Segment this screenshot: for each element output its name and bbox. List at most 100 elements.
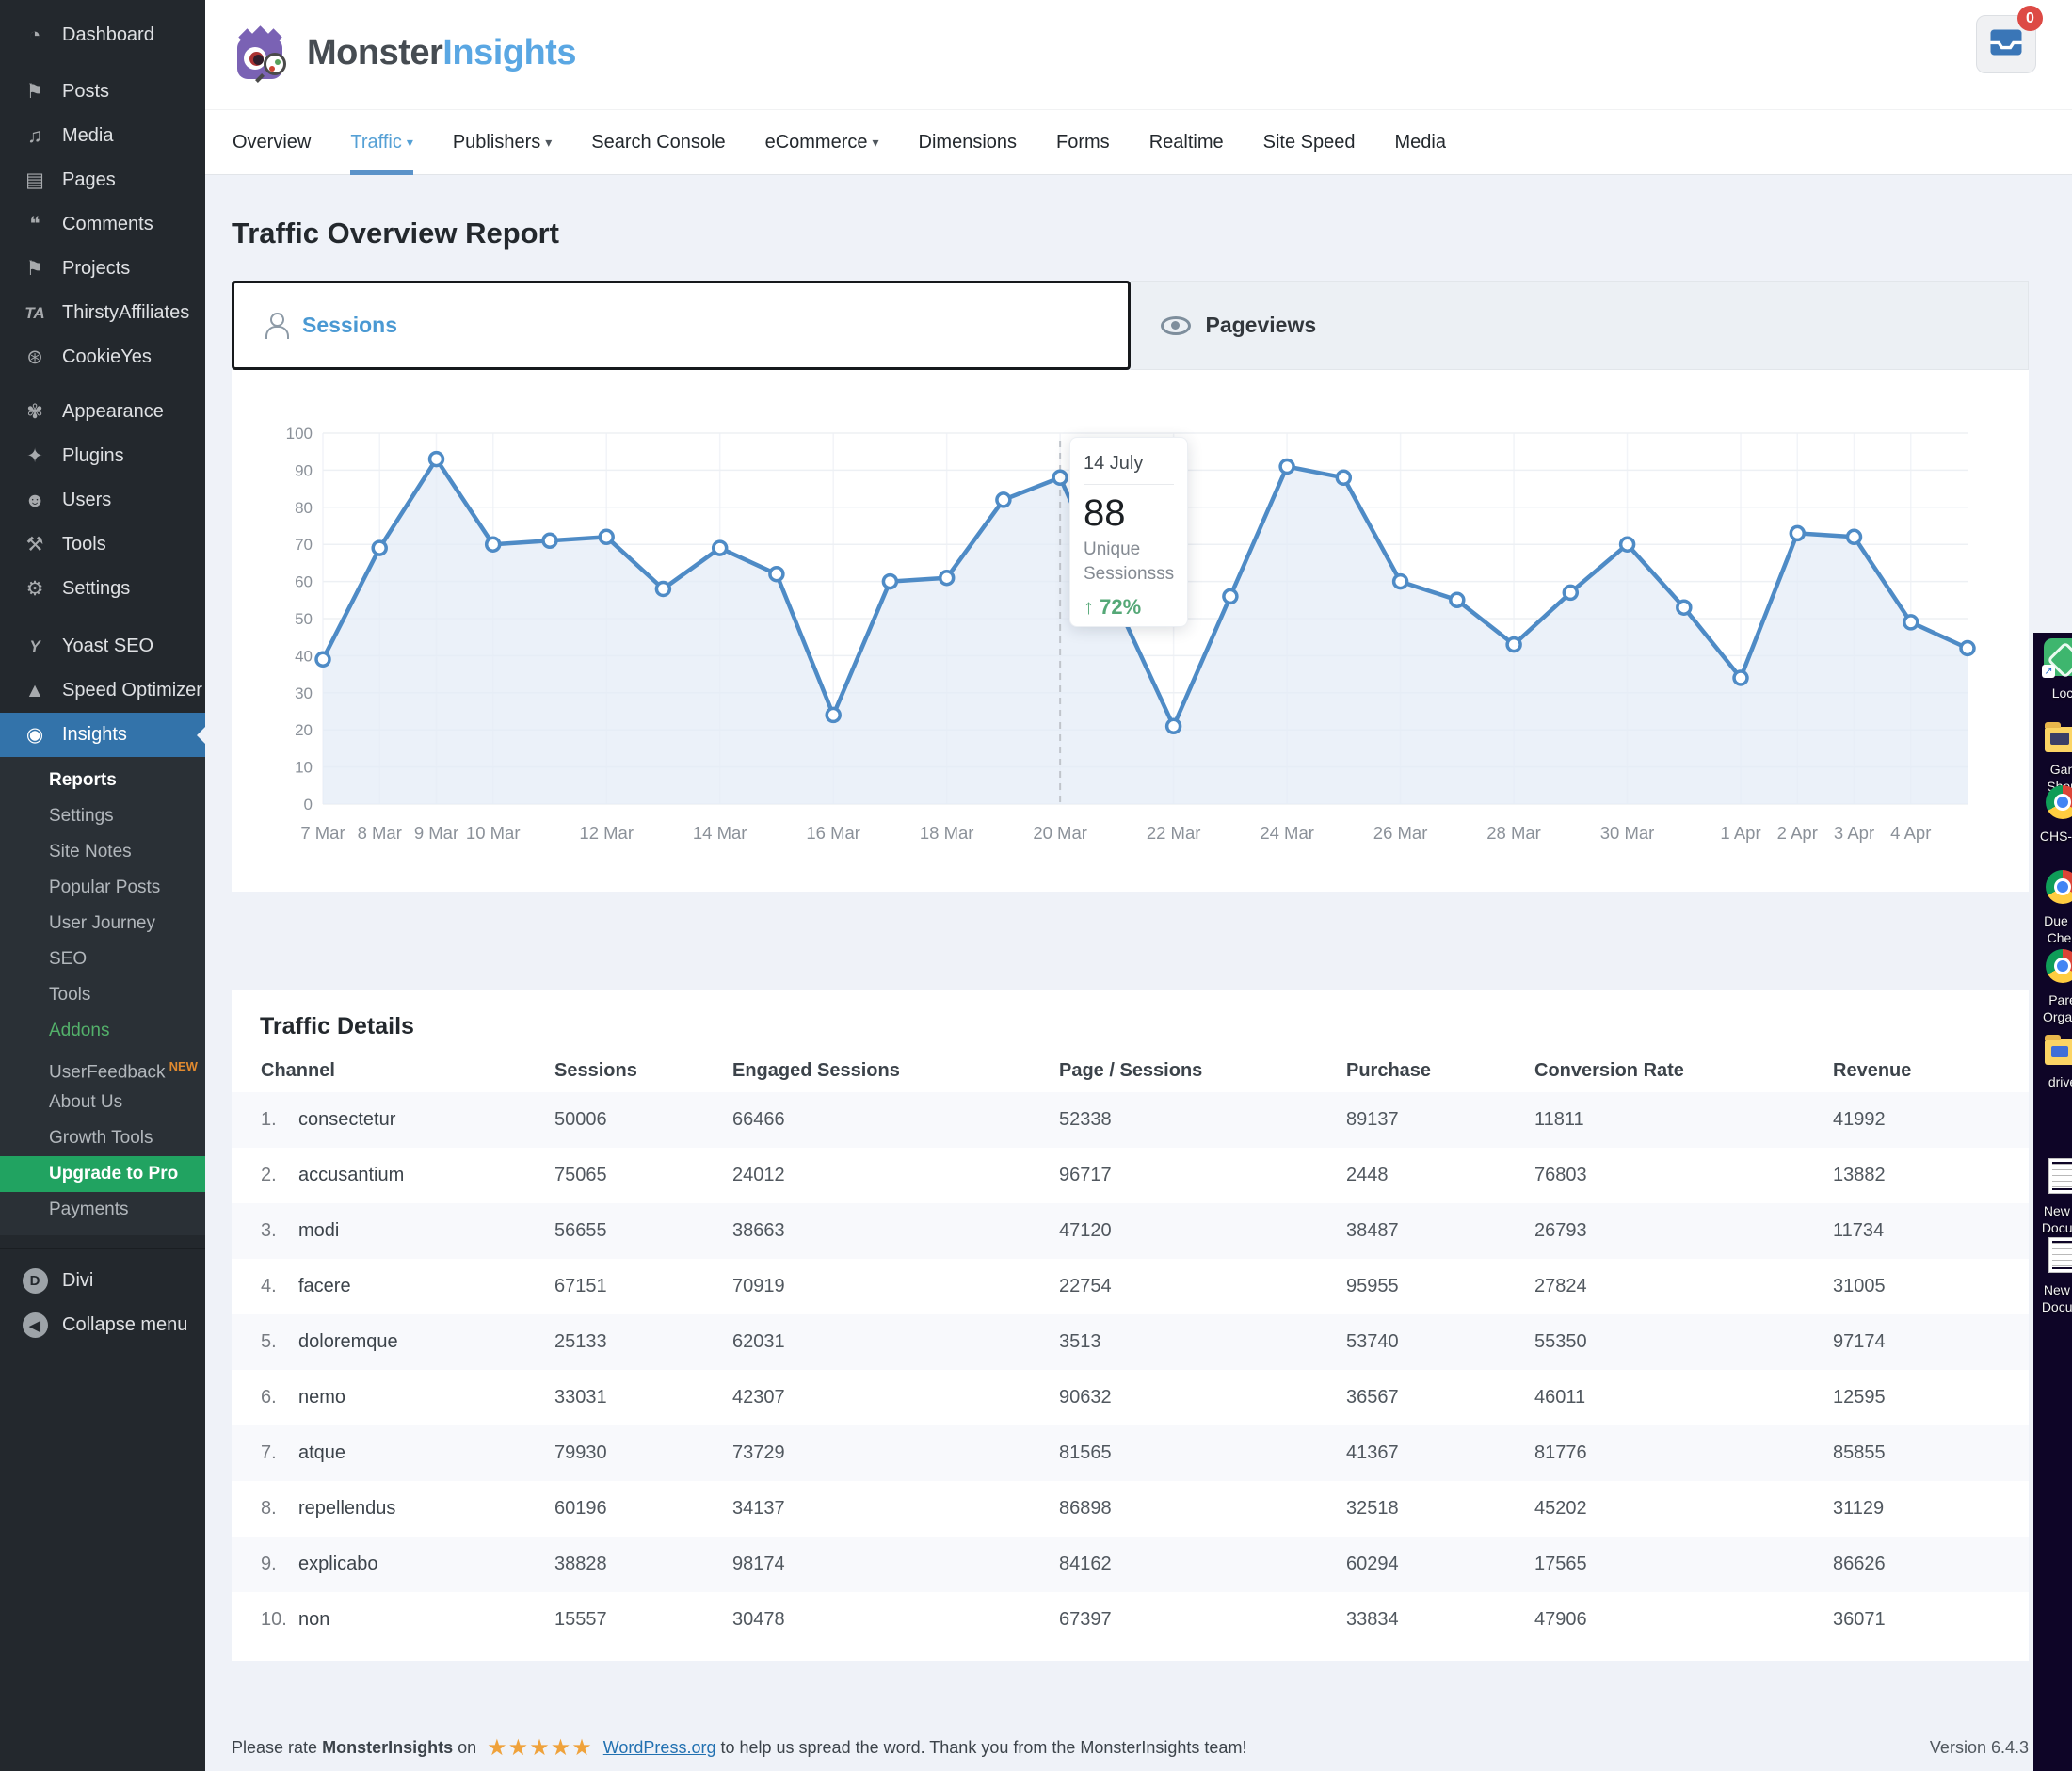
plugin-footer: Please rate MonsterInsights on ★★★★★ Wor… bbox=[232, 1734, 2029, 1762]
chart-point[interactable] bbox=[541, 532, 558, 550]
chart-point[interactable] bbox=[314, 651, 331, 668]
chart-point[interactable] bbox=[1618, 536, 1636, 553]
chart-point[interactable] bbox=[371, 539, 388, 556]
tab-pageviews[interactable]: Pageviews bbox=[1130, 281, 2029, 370]
sidebar-item-media[interactable]: ♫ Media bbox=[0, 114, 205, 158]
tab-sessions[interactable]: Sessions bbox=[232, 281, 1131, 370]
table-row: 6. nemo 33031 42307 90632 36567 46011 12595 bbox=[232, 1370, 2029, 1425]
submenu-item-site-notes[interactable]: Site Notes bbox=[0, 834, 205, 870]
nav-tab-forms[interactable]: Forms bbox=[1056, 109, 1110, 175]
nav-tab-publishers[interactable]: Publishers ▾ bbox=[453, 109, 552, 175]
chart-point[interactable] bbox=[711, 539, 729, 556]
chart-point[interactable] bbox=[654, 580, 672, 598]
nav-tab-realtime[interactable]: Realtime bbox=[1149, 109, 1224, 175]
y-axis-label: 100 bbox=[286, 425, 313, 443]
sidebar-item-dashboard[interactable]: ◔ Dashboard bbox=[0, 13, 205, 57]
plugin-header: MonsterInsights 0 bbox=[205, 0, 2072, 109]
tooltip-value: 88 bbox=[1084, 492, 1126, 534]
desktop-chrome-icon[interactable]: PareOrgani bbox=[2036, 949, 2072, 1025]
chart-point[interactable] bbox=[1278, 458, 1295, 475]
sidebar-item-plugins[interactable]: ✦ Plugins bbox=[0, 434, 205, 478]
cell-value: 38828 bbox=[554, 1554, 607, 1574]
chart-point[interactable] bbox=[427, 450, 445, 468]
submenu-item-payments[interactable]: Payments bbox=[0, 1192, 205, 1228]
sidebar-item-speed-optimizer[interactable]: ▲ Speed Optimizer bbox=[0, 668, 205, 713]
sidebar-item-projects[interactable]: ⚑ Projects bbox=[0, 247, 205, 291]
chart-point[interactable] bbox=[1845, 528, 1863, 546]
new-badge: NEW bbox=[169, 1059, 198, 1073]
sidebar-item-collapse-menu[interactable]: ◀ Collapse menu bbox=[0, 1303, 205, 1347]
chart-point[interactable] bbox=[1391, 572, 1409, 590]
nav-tab-overview[interactable]: Overview bbox=[233, 109, 311, 175]
submenu-item-seo[interactable]: SEO bbox=[0, 942, 205, 977]
desktop-chrome-icon[interactable]: Due DChec bbox=[2036, 870, 2072, 946]
submenu-item-tools[interactable]: Tools bbox=[0, 977, 205, 1013]
submenu-item-popular-posts[interactable]: Popular Posts bbox=[0, 870, 205, 906]
notifications-inbox-button[interactable]: 0 bbox=[1976, 6, 2043, 73]
y-axis-label: 90 bbox=[295, 461, 313, 479]
sidebar-item-thirstyaffiliates[interactable]: TA ThirstyAffiliates bbox=[0, 291, 205, 335]
chart-point[interactable] bbox=[881, 572, 899, 590]
chart-point[interactable] bbox=[938, 569, 956, 587]
nav-tab-ecommerce[interactable]: eCommerce ▾ bbox=[765, 109, 879, 175]
sidebar-item-tools[interactable]: ⚒ Tools bbox=[0, 523, 205, 567]
submenu-item-growth-tools[interactable]: Growth Tools bbox=[0, 1120, 205, 1156]
sidebar-item-label: Settings bbox=[62, 578, 131, 599]
sidebar-item-comments[interactable]: ❝ Comments bbox=[0, 202, 205, 247]
chart-point[interactable] bbox=[1676, 599, 1693, 616]
desktop-folder-drive-icon[interactable]: drive bbox=[2036, 1032, 2072, 1090]
submenu-item-upgrade-to-pro[interactable]: Upgrade to Pro bbox=[0, 1156, 205, 1192]
chart-point[interactable] bbox=[1903, 614, 1919, 631]
submenu-item-user-journey[interactable]: User Journey bbox=[0, 906, 205, 942]
y-axis-label: 30 bbox=[295, 684, 313, 702]
cell-value: 30478 bbox=[732, 1609, 785, 1630]
chart-point[interactable] bbox=[1222, 588, 1239, 605]
nav-tab-search-console[interactable]: Search Console bbox=[591, 109, 725, 175]
sidebar-item-pages[interactable]: ▤ Pages bbox=[0, 158, 205, 202]
submenu-item-userfeedback[interactable]: UserFeedback NEW bbox=[0, 1049, 205, 1085]
cell-value: 24012 bbox=[732, 1165, 785, 1185]
submenu-item-settings[interactable]: Settings bbox=[0, 798, 205, 834]
sidebar-item-cookieyes[interactable]: ⊛ CookieYes bbox=[0, 335, 205, 379]
sidebar-item-users[interactable]: ☻ Users bbox=[0, 478, 205, 523]
monsterinsights-logo[interactable]: MonsterInsights bbox=[235, 23, 576, 83]
sidebar-item-appearance[interactable]: ✾ Appearance bbox=[0, 390, 205, 434]
chart-point[interactable] bbox=[1732, 669, 1749, 686]
chart-point[interactable] bbox=[1449, 591, 1466, 609]
desktop-folder-game-icon[interactable]: GanShort bbox=[2036, 719, 2072, 795]
chart-point[interactable] bbox=[995, 491, 1012, 508]
chart-point[interactable] bbox=[1335, 469, 1353, 487]
sidebar-item-insights[interactable]: ◉ Insights bbox=[0, 713, 205, 757]
sidebar-item-divi[interactable]: D Divi bbox=[0, 1259, 205, 1303]
submenu-item-about-us[interactable]: About Us bbox=[0, 1085, 205, 1120]
nav-tab-traffic[interactable]: Traffic ▾ bbox=[350, 109, 414, 175]
chart-point[interactable] bbox=[768, 565, 785, 583]
desktop-text-doc-icon[interactable]: New TDocum bbox=[2036, 1237, 2072, 1315]
chart-point[interactable] bbox=[825, 706, 842, 724]
chart-point[interactable] bbox=[1562, 584, 1580, 602]
nav-tab-media[interactable]: Media bbox=[1394, 109, 1445, 175]
cell-value: 45202 bbox=[1534, 1498, 1587, 1519]
desktop-text-doc-icon[interactable]: New TDocum bbox=[2036, 1158, 2072, 1236]
chart-point[interactable] bbox=[484, 536, 502, 553]
chart-point[interactable] bbox=[1164, 717, 1182, 735]
sidebar-item-yoast-seo[interactable]: Y Yoast SEO bbox=[0, 624, 205, 668]
chart-point[interactable] bbox=[598, 528, 615, 546]
nav-tab-label: Publishers bbox=[452, 131, 541, 153]
column-header-sessions: Sessions bbox=[554, 1059, 637, 1081]
sidebar-item-settings[interactable]: ⚙ Settings bbox=[0, 567, 205, 611]
desktop-chrome-icon[interactable]: CHS-tic bbox=[2036, 785, 2072, 845]
x-axis-label: 10 Mar bbox=[466, 823, 521, 843]
nav-tab-site-speed[interactable]: Site Speed bbox=[1263, 109, 1356, 175]
sidebar-item-posts[interactable]: ⚑ Posts bbox=[0, 70, 205, 114]
table-row: 9. explicabo 38828 98174 84162 60294 17565 8662… bbox=[232, 1537, 2029, 1592]
submenu-item-addons[interactable]: Addons bbox=[0, 1013, 205, 1049]
chart-point[interactable] bbox=[1789, 524, 1807, 542]
submenu-item-reports[interactable]: Reports bbox=[0, 763, 205, 798]
wordpress-org-link[interactable]: WordPress.org bbox=[603, 1738, 716, 1757]
desktop-local-app-icon[interactable]: ↗ Loc bbox=[2036, 638, 2072, 701]
chart-point[interactable] bbox=[1052, 469, 1068, 487]
nav-tab-dimensions[interactable]: Dimensions bbox=[919, 109, 1017, 175]
chart-point[interactable] bbox=[1505, 636, 1522, 653]
chart-point[interactable] bbox=[1959, 639, 1976, 657]
